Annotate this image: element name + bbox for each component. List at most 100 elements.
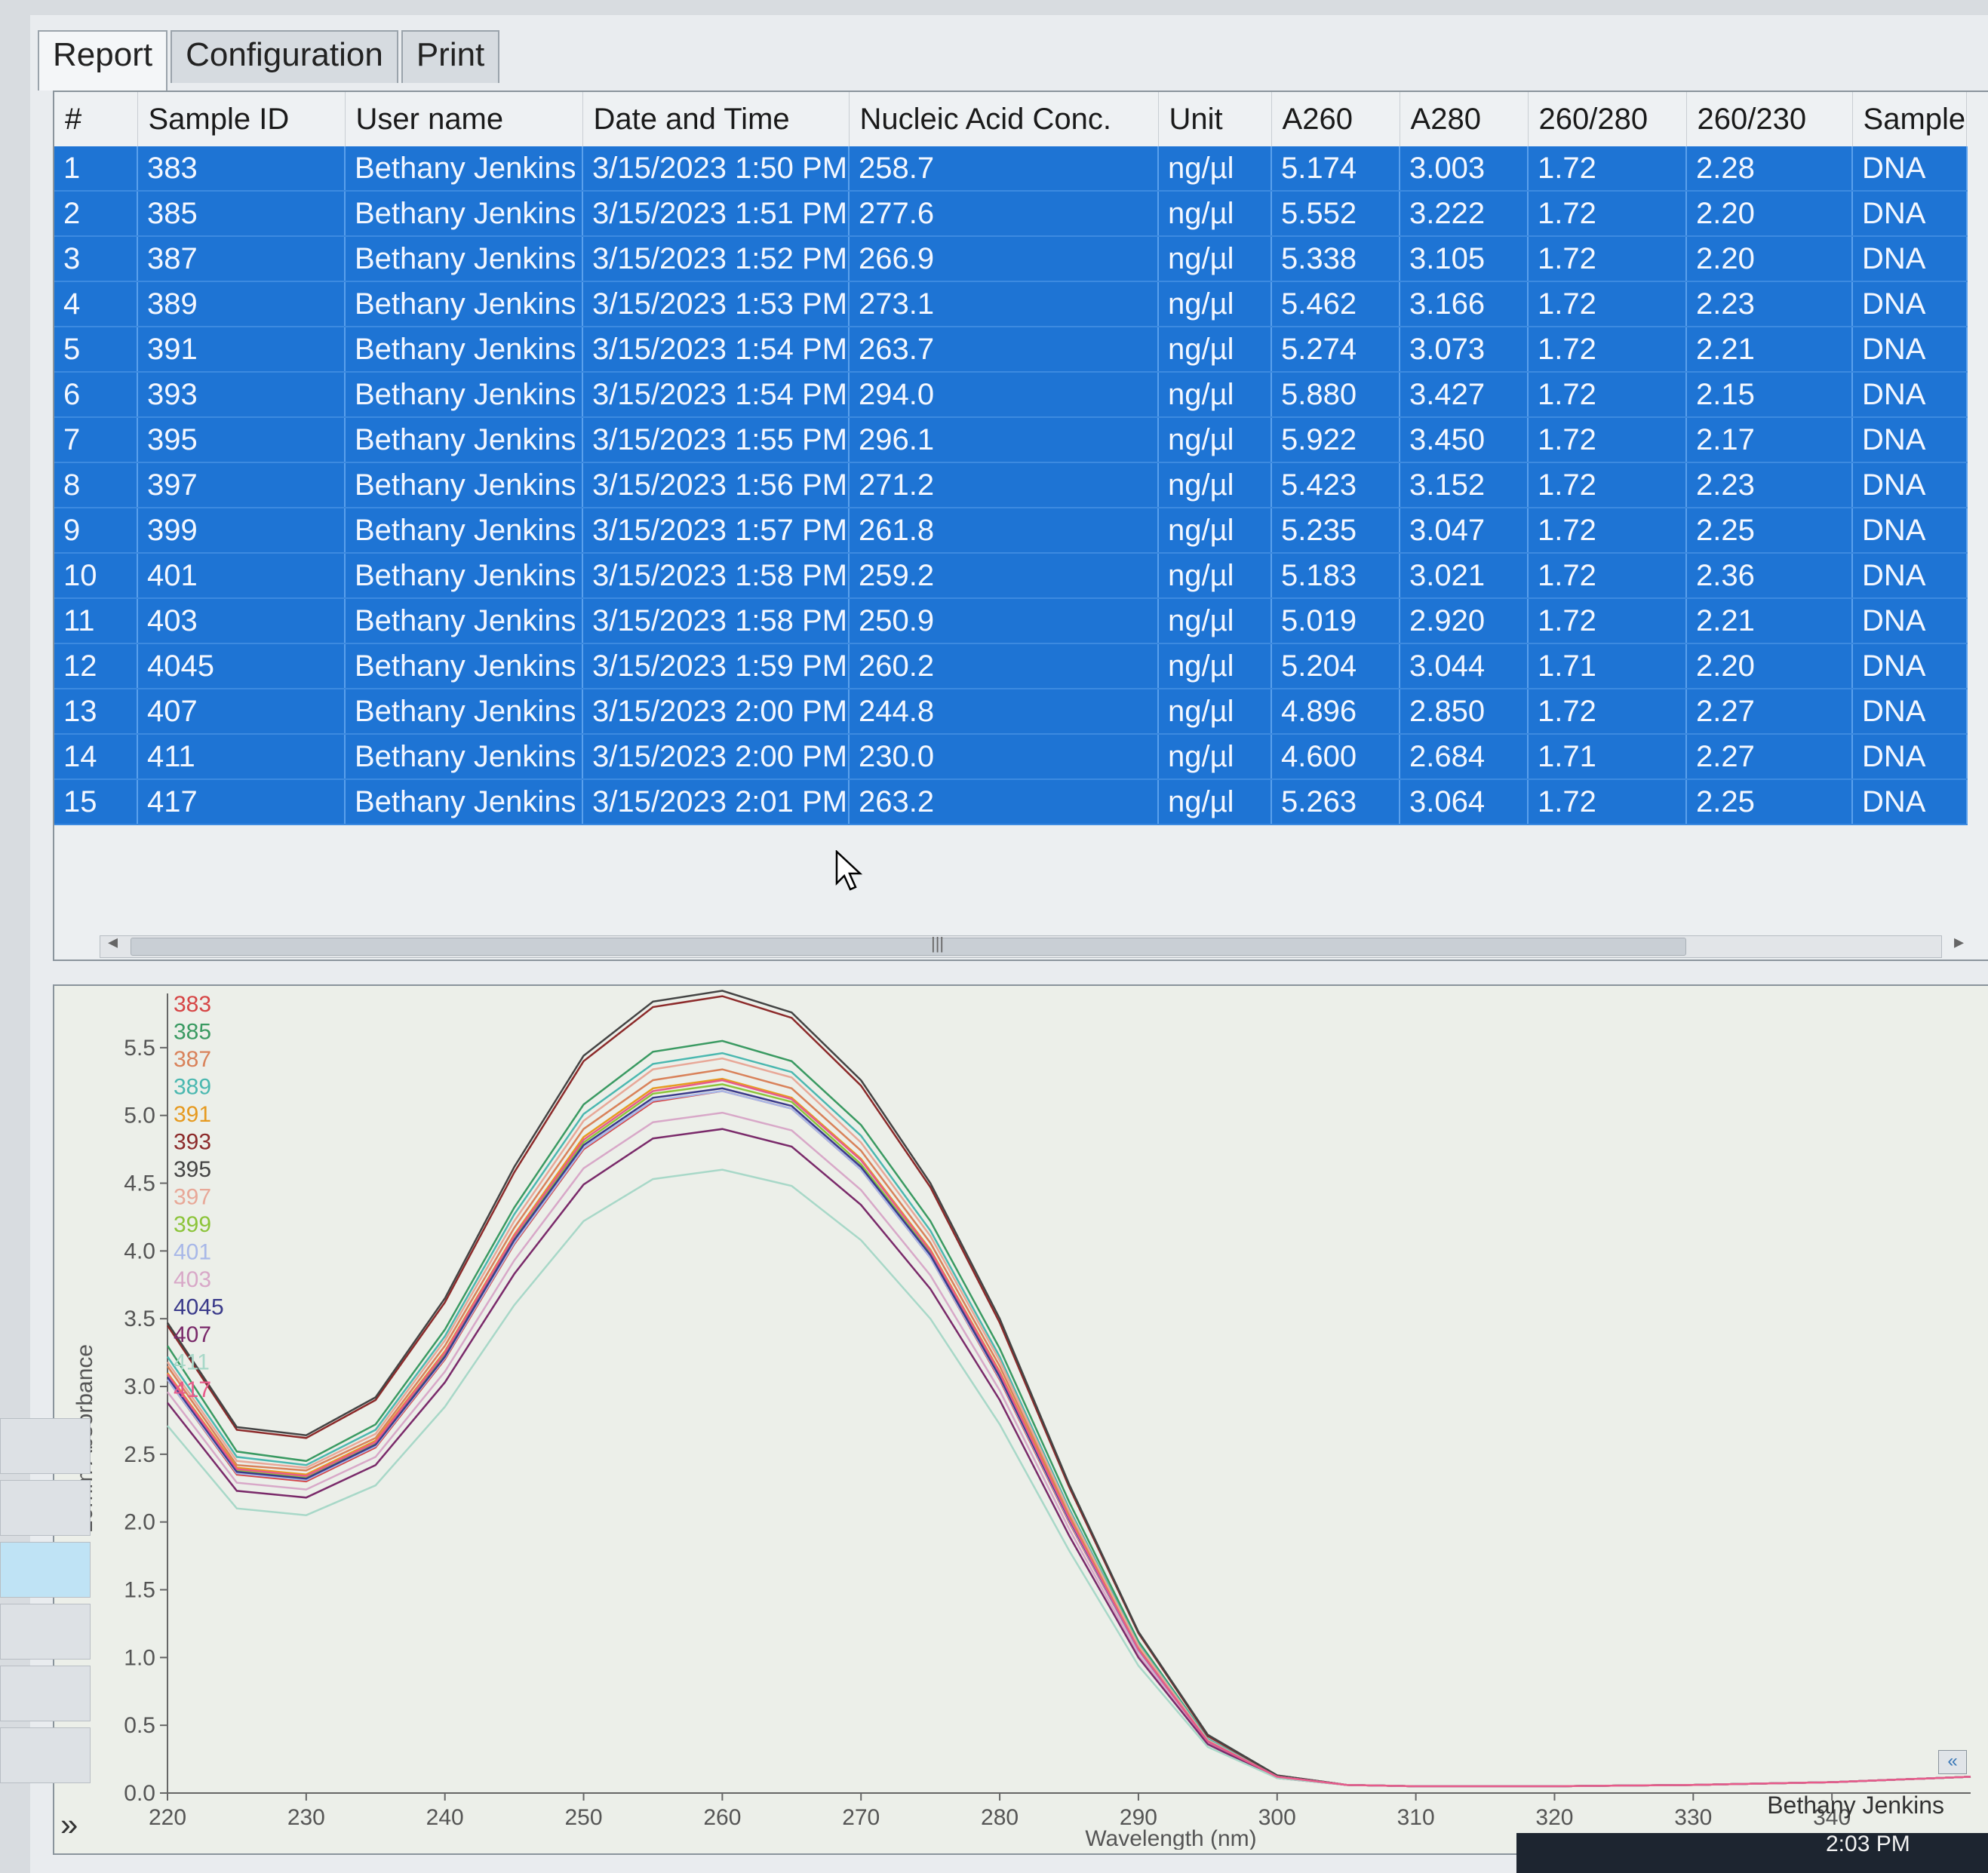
table-row[interactable]: 14 411 Bethany Jenkins 3/15/2023 2:00 PM 230… <box>54 734 1968 780</box>
cell-col-unit: ng/µl <box>1158 372 1273 418</box>
cell-col-user-name: Bethany Jenkins <box>345 734 583 780</box>
header-col-260-280[interactable]: 260/280 <box>1528 92 1687 146</box>
cell-col-sample-type: DNA <box>1852 462 1968 508</box>
cell-col-sample-type: DNA <box>1852 643 1968 689</box>
cell-col-nucleic-acid-conc: 258.7 <box>849 146 1160 192</box>
cell-col-date-time: 3/15/2023 1:58 PM <box>582 598 850 644</box>
scrollbar-thumb[interactable]: ||| <box>131 934 1686 956</box>
side-nav-item-active[interactable] <box>0 1542 91 1598</box>
cell-col-unit: ng/µl <box>1158 598 1273 644</box>
cell-col-date-time: 3/15/2023 1:50 PM <box>582 146 850 192</box>
series-line-399 <box>166 1083 1971 1788</box>
table-row[interactable]: 1 383 Bethany Jenkins 3/15/2023 1:50 PM 258.… <box>54 146 1968 192</box>
header-col-user-name[interactable]: User name <box>345 92 583 146</box>
x-tick-label: 260 <box>703 1805 741 1830</box>
x-tick-label: 330 <box>1674 1805 1712 1830</box>
cell-col-unit: ng/µl <box>1158 236 1273 282</box>
y-tick-label: 5.5 <box>124 1036 155 1061</box>
header-col-a280[interactable]: A280 <box>1400 92 1529 146</box>
cell-col-260-230: 2.20 <box>1686 236 1854 282</box>
cell-col-sample-id: 401 <box>137 553 346 599</box>
cell-col-260-230: 2.27 <box>1686 689 1854 735</box>
x-tick-label: 270 <box>842 1805 880 1830</box>
table-row[interactable]: 11 403 Bethany Jenkins 3/15/2023 1:58 PM 250… <box>54 598 1968 644</box>
table-row[interactable]: 10 401 Bethany Jenkins 3/15/2023 1:58 PM 259… <box>54 553 1968 599</box>
cell-col-unit: ng/µl <box>1158 191 1273 237</box>
cell-col-a260: 5.263 <box>1271 779 1401 825</box>
series-line-401 <box>166 1090 1971 1788</box>
expand-panel-icon[interactable]: » <box>60 1807 78 1843</box>
tab-report[interactable]: Report <box>38 30 168 91</box>
header-col-date-time[interactable]: Date and Time <box>582 92 850 146</box>
cell-col-sample-id: 403 <box>137 598 346 644</box>
cell-col-nucleic-acid-conc: 230.0 <box>849 734 1160 780</box>
scroll-right-icon[interactable]: ▸ <box>1954 930 1964 953</box>
side-nav-item[interactable] <box>0 1666 91 1721</box>
cell-col-260-230: 2.28 <box>1686 146 1854 192</box>
cell-col-date-time: 3/15/2023 1:54 PM <box>582 372 850 418</box>
tab-print[interactable]: Print <box>401 30 500 83</box>
cell-col-260-230: 2.20 <box>1686 191 1854 237</box>
cell-col-unit: ng/µl <box>1158 281 1273 327</box>
cell-col-nucleic-acid-conc: 271.2 <box>849 462 1160 508</box>
table-row[interactable]: 5 391 Bethany Jenkins 3/15/2023 1:54 PM 263.… <box>54 327 1968 373</box>
cell-col-date-time: 3/15/2023 1:59 PM <box>582 643 850 689</box>
cell-col-date-time: 3/15/2023 2:01 PM <box>582 779 850 825</box>
side-nav-item[interactable] <box>0 1480 91 1536</box>
header-col-unit[interactable]: Unit <box>1158 92 1272 146</box>
side-nav-item[interactable] <box>0 1604 91 1660</box>
y-tick-label: 1.0 <box>124 1645 155 1670</box>
cell-col-a280: 3.064 <box>1400 779 1529 825</box>
horizontal-scrollbar[interactable]: ◂ ||| ▸ <box>100 930 1964 958</box>
series-line-387 <box>166 1068 1971 1788</box>
side-nav-item[interactable] <box>0 1418 91 1474</box>
cell-col-260-230: 2.27 <box>1686 734 1854 780</box>
header-col-sample-type[interactable]: Sample <box>1852 92 1968 146</box>
cell-col-sample-type: DNA <box>1852 779 1968 825</box>
table-row[interactable]: 3 387 Bethany Jenkins 3/15/2023 1:52 PM 266.… <box>54 236 1968 282</box>
cell-col-date-time: 3/15/2023 1:53 PM <box>582 281 850 327</box>
cell-col-260-230: 2.21 <box>1686 327 1854 373</box>
collapse-legend-icon[interactable]: « <box>1938 1750 1967 1774</box>
tab-configuration[interactable]: Configuration <box>171 30 398 83</box>
cell-col-date-time: 3/15/2023 2:00 PM <box>582 689 850 735</box>
side-nav-item[interactable] <box>0 1727 91 1783</box>
header-col-number[interactable]: # <box>54 92 138 146</box>
header-col-nucleic-acid-conc[interactable]: Nucleic Acid Conc. <box>849 92 1159 146</box>
legend-entry: 393 <box>174 1130 211 1155</box>
series-line-395 <box>166 990 1971 1788</box>
y-tick-label: 4.0 <box>124 1239 155 1264</box>
table-row[interactable]: 4 389 Bethany Jenkins 3/15/2023 1:53 PM 273.… <box>54 281 1968 327</box>
cell-col-unit: ng/µl <box>1158 779 1273 825</box>
cell-col-260-280: 1.72 <box>1528 236 1688 282</box>
cell-col-number: 13 <box>54 689 138 735</box>
cell-col-number: 6 <box>54 372 138 418</box>
table-row[interactable]: 13 407 Bethany Jenkins 3/15/2023 2:00 PM 244… <box>54 689 1968 735</box>
header-col-sample-id[interactable]: Sample ID <box>137 92 346 146</box>
table-row[interactable]: 15 417 Bethany Jenkins 3/15/2023 2:01 PM 263… <box>54 779 1968 825</box>
cell-col-a260: 5.462 <box>1271 281 1401 327</box>
table-row[interactable]: 2 385 Bethany Jenkins 3/15/2023 1:51 PM 277.… <box>54 191 1968 237</box>
cell-col-sample-id: 383 <box>137 146 346 192</box>
header-col-260-230[interactable]: 260/230 <box>1686 92 1853 146</box>
table-row[interactable]: 6 393 Bethany Jenkins 3/15/2023 1:54 PM 294.… <box>54 372 1968 418</box>
legend-entry: 385 <box>174 1020 211 1045</box>
cell-col-nucleic-acid-conc: 294.0 <box>849 372 1160 418</box>
cell-col-a260: 4.600 <box>1271 734 1401 780</box>
table-row[interactable]: 8 397 Bethany Jenkins 3/15/2023 1:56 PM 271.… <box>54 462 1968 508</box>
table-row[interactable]: 12 4045 Bethany Jenkins 3/15/2023 1:59 PM 26… <box>54 643 1968 689</box>
cell-col-a280: 3.047 <box>1400 508 1529 554</box>
header-col-a260[interactable]: A260 <box>1271 92 1400 146</box>
y-tick-label: 3.5 <box>124 1306 155 1331</box>
y-tick-label: 2.0 <box>124 1510 155 1535</box>
cell-col-sample-id: 399 <box>137 508 346 554</box>
scroll-left-icon[interactable]: ◂ <box>108 930 118 953</box>
cell-col-user-name: Bethany Jenkins <box>345 236 583 282</box>
taskbar-clock[interactable]: 2:03 PM <box>1826 1832 1910 1857</box>
cell-col-nucleic-acid-conc: 250.9 <box>849 598 1160 644</box>
cell-col-nucleic-acid-conc: 263.7 <box>849 327 1160 373</box>
cell-col-sample-id: 385 <box>137 191 346 237</box>
table-row[interactable]: 7 395 Bethany Jenkins 3/15/2023 1:55 PM 296.… <box>54 417 1968 463</box>
cell-col-number: 12 <box>54 643 138 689</box>
table-row[interactable]: 9 399 Bethany Jenkins 3/15/2023 1:57 PM 261.… <box>54 508 1968 554</box>
